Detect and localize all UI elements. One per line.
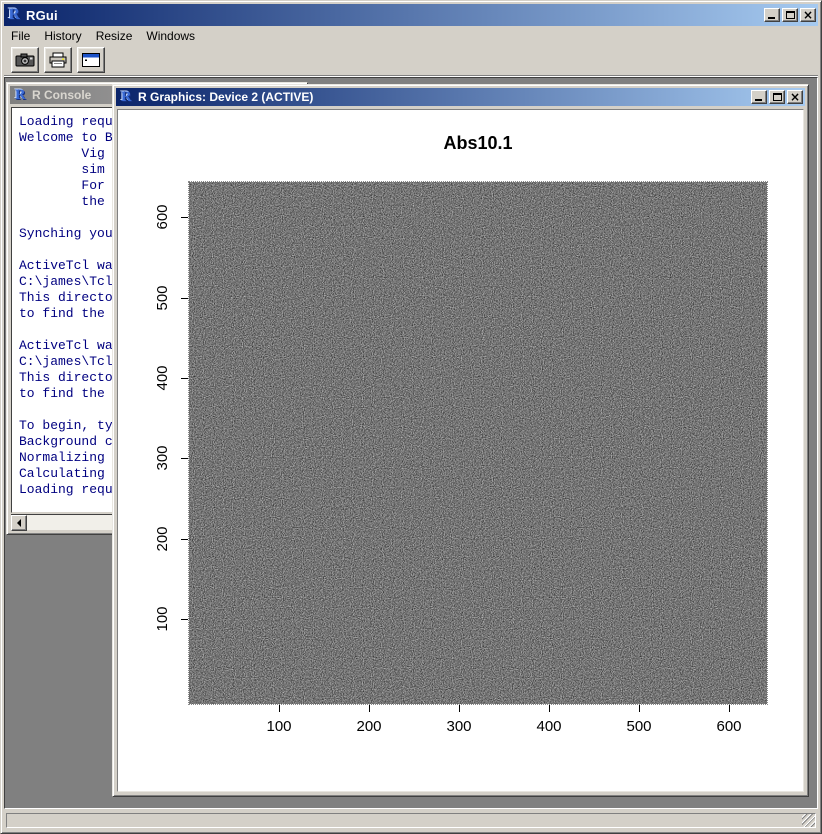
- x-axis-label: 300: [429, 718, 489, 735]
- maximize-icon: [786, 11, 795, 19]
- window-title: RGui: [26, 8, 764, 23]
- x-axis-label: 600: [699, 718, 759, 735]
- toolbar: [4, 45, 818, 76]
- minimize-button[interactable]: [764, 8, 780, 22]
- menu-file[interactable]: File: [4, 27, 37, 45]
- r-logo-icon: R: [6, 7, 22, 23]
- copy-to-clipboard-button[interactable]: [11, 47, 39, 73]
- x-axis-tick: [549, 705, 550, 712]
- graphics-minimize-button[interactable]: [751, 90, 767, 104]
- y-axis-tick: [181, 298, 188, 299]
- x-axis-label: 100: [249, 718, 309, 735]
- x-axis-tick: [279, 705, 280, 712]
- minimize-icon: [755, 99, 762, 101]
- x-axis-tick: [729, 705, 730, 712]
- graphics-close-button[interactable]: ×: [787, 90, 803, 104]
- x-axis-label: 400: [519, 718, 579, 735]
- status-panel: [6, 813, 816, 828]
- graphics-title: R Graphics: Device 2 (ACTIVE): [138, 90, 751, 104]
- y-axis-label: 100: [154, 597, 170, 641]
- maximize-button[interactable]: [782, 8, 798, 22]
- scroll-left-button[interactable]: [11, 515, 27, 531]
- graphics-maximize-button[interactable]: [769, 90, 785, 104]
- menubar: File History Resize Windows: [4, 26, 818, 45]
- microarray-image-plot: [189, 182, 767, 704]
- r-logo-icon: R: [12, 87, 28, 103]
- y-axis-tick: [181, 217, 188, 218]
- maximize-icon: [773, 93, 782, 101]
- graphics-titlebar[interactable]: R R Graphics: Device 2 (ACTIVE) ×: [116, 88, 805, 106]
- menu-windows[interactable]: Windows: [139, 27, 202, 45]
- printer-icon: [48, 52, 68, 68]
- console-window-icon: [81, 52, 101, 68]
- plot-title: Abs10.1: [189, 133, 767, 154]
- menu-history[interactable]: History: [37, 27, 88, 45]
- close-button[interactable]: ×: [800, 8, 816, 22]
- y-axis-tick: [181, 539, 188, 540]
- x-axis-label: 500: [609, 718, 669, 735]
- main-titlebar[interactable]: R RGui ×: [4, 4, 818, 26]
- close-icon: ×: [803, 10, 813, 20]
- statusbar: [4, 811, 818, 830]
- close-icon: ×: [790, 92, 800, 102]
- plot-canvas: Abs10.1: [117, 109, 804, 792]
- y-axis-tick: [181, 619, 188, 620]
- y-axis-tick: [181, 458, 188, 459]
- y-axis-tick: [181, 378, 188, 379]
- x-axis-label: 200: [339, 718, 399, 735]
- y-axis-label: 200: [154, 517, 170, 561]
- x-axis-tick: [639, 705, 640, 712]
- minimize-icon: [768, 17, 775, 19]
- arrow-left-icon: [13, 519, 21, 527]
- y-axis-label: 600: [154, 195, 170, 239]
- y-axis-label: 400: [154, 356, 170, 400]
- print-button[interactable]: [44, 47, 72, 73]
- r-logo-icon: R: [118, 89, 134, 105]
- x-axis-tick: [459, 705, 460, 712]
- r-graphics-window[interactable]: R R Graphics: Device 2 (ACTIVE) × Abs10.…: [112, 84, 809, 797]
- y-axis-label: 500: [154, 276, 170, 320]
- menu-resize[interactable]: Resize: [89, 27, 140, 45]
- rgui-window: R RGui × File History Resize Windows: [0, 0, 822, 834]
- x-axis-tick: [369, 705, 370, 712]
- resize-grip[interactable]: [802, 814, 815, 827]
- focus-console-button[interactable]: [77, 47, 105, 73]
- y-axis-label: 300: [154, 436, 170, 480]
- camera-icon: [15, 52, 35, 68]
- mdi-client-area: R R Console Loading requWelcome to B Vig…: [4, 77, 818, 809]
